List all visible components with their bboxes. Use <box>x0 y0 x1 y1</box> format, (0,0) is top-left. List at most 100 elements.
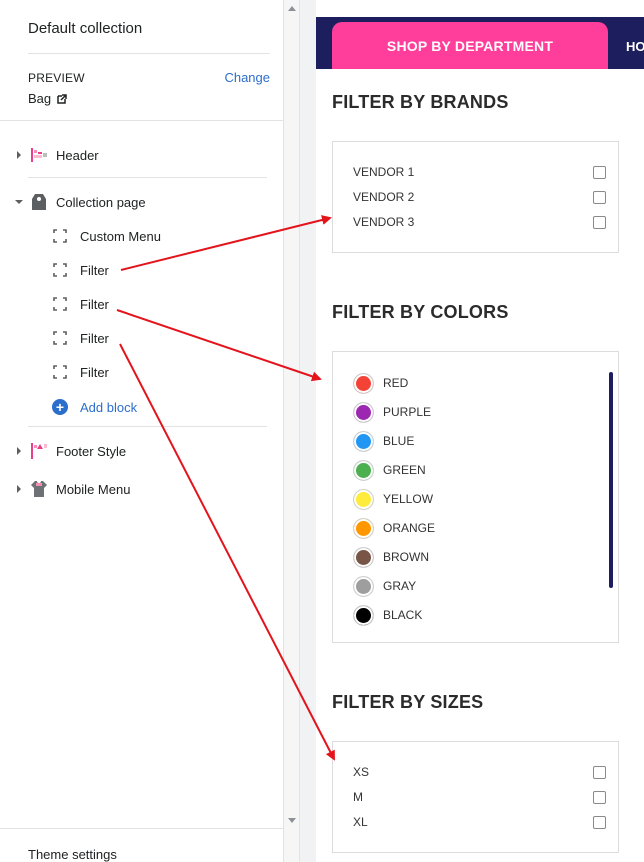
size-option[interactable]: XL <box>353 813 606 831</box>
option-label: RED <box>383 376 409 390</box>
block-label: Filter <box>80 296 109 312</box>
brand-option[interactable]: VENDOR 1 <box>353 163 606 181</box>
caret-down-icon[interactable] <box>13 196 25 208</box>
block-label: Filter <box>80 364 109 380</box>
option-label: BLUE <box>383 434 415 448</box>
preview-product-label: Bag <box>28 91 52 106</box>
section-mobile-menu[interactable]: Mobile Menu <box>0 477 130 501</box>
section-header[interactable]: Header <box>0 143 99 167</box>
color-option[interactable]: BLACK <box>353 604 422 626</box>
block-dashed-icon <box>53 365 67 379</box>
change-link[interactable]: Change <box>224 70 270 85</box>
option-label: XL <box>353 815 368 829</box>
sidebar-scrollbar[interactable] <box>284 0 300 862</box>
filter-brands-title: FILTER BY BRANDS <box>332 92 509 112</box>
preview-label: PREVIEW <box>28 71 85 85</box>
footer-icon <box>28 440 50 462</box>
section-collection-page[interactable]: Collection page <box>0 190 146 214</box>
add-block-label: Add block <box>80 399 138 415</box>
color-swatch[interactable] <box>353 488 374 510</box>
filter-sizes-title: FILTER BY SIZES <box>332 692 484 712</box>
header-icon <box>28 144 50 166</box>
divider <box>0 828 284 829</box>
block-custom-menu[interactable]: Custom Menu <box>52 225 161 247</box>
color-option[interactable]: GRAY <box>353 575 416 597</box>
preview-gutter <box>300 0 316 862</box>
option-label: M <box>353 790 363 804</box>
collection-title: Default collection <box>28 20 143 37</box>
color-swatch[interactable] <box>353 604 374 626</box>
block-dashed-icon <box>53 229 67 243</box>
option-label: VENDOR 3 <box>353 215 415 229</box>
divider <box>0 120 284 121</box>
theme-settings-link[interactable]: Theme settings <box>28 847 117 862</box>
color-swatch[interactable] <box>353 372 374 394</box>
caret-right-icon[interactable] <box>13 149 25 161</box>
block-dashed-icon <box>53 263 67 277</box>
block-label: Custom Menu <box>80 228 161 244</box>
option-label: VENDOR 1 <box>353 165 415 179</box>
section-label: Mobile Menu <box>56 481 131 497</box>
shop-by-department-button[interactable]: SHOP BY DEPARTMENT <box>332 22 608 69</box>
filter-brands-box: VENDOR 1 VENDOR 2 VENDOR 3 <box>332 141 619 253</box>
block-label: Filter <box>80 330 109 346</box>
filter-colors-title: FILTER BY COLORS <box>332 302 509 322</box>
color-swatch[interactable] <box>353 430 374 452</box>
option-label: ORANGE <box>383 521 436 535</box>
size-option[interactable]: XS <box>353 763 606 781</box>
color-swatch[interactable] <box>353 517 374 539</box>
scroll-down-icon[interactable] <box>288 818 296 823</box>
block-filter[interactable]: Filter <box>52 361 109 383</box>
color-option[interactable]: BROWN <box>353 546 429 568</box>
option-label: BLACK <box>383 608 423 622</box>
section-label: Footer Style <box>56 443 127 459</box>
editor-sidebar: Default collection PREVIEW Change Bag He… <box>0 0 284 862</box>
divider <box>28 426 267 427</box>
color-option[interactable]: RED <box>353 372 408 394</box>
divider <box>28 53 270 54</box>
plus-circle-icon: + <box>52 399 68 415</box>
color-option[interactable]: PURPLE <box>353 401 431 423</box>
block-filter[interactable]: Filter <box>52 259 109 281</box>
option-label: GREEN <box>383 463 426 477</box>
block-filter[interactable]: Filter <box>52 293 109 315</box>
color-option[interactable]: GREEN <box>353 459 426 481</box>
color-swatch[interactable] <box>353 546 374 568</box>
add-block-button[interactable]: + Add block <box>52 396 137 418</box>
color-swatch[interactable] <box>353 401 374 423</box>
color-list-scrollbar[interactable] <box>609 372 613 588</box>
brand-option[interactable]: VENDOR 3 <box>353 213 606 231</box>
option-label: PURPLE <box>383 405 432 419</box>
checkbox[interactable] <box>593 165 606 179</box>
section-footer-style[interactable]: Footer Style <box>0 439 126 463</box>
department-nav: SHOP BY DEPARTMENT HO <box>316 17 644 69</box>
color-option[interactable]: YELLOW <box>353 488 433 510</box>
nav-link-home[interactable]: HO <box>626 39 644 54</box>
color-option[interactable]: ORANGE <box>353 517 435 539</box>
checkbox[interactable] <box>593 790 606 804</box>
section-label: Collection page <box>56 194 146 210</box>
size-option[interactable]: M <box>353 788 606 806</box>
external-link-icon <box>57 93 67 104</box>
block-filter[interactable]: Filter <box>52 327 109 349</box>
caret-right-icon[interactable] <box>13 445 25 457</box>
shirt-icon <box>28 478 50 500</box>
color-option[interactable]: BLUE <box>353 430 414 452</box>
checkbox[interactable] <box>593 815 606 829</box>
filter-colors-box: RED PURPLE BLUE GREEN YELLOW ORANGE BROWN GRAY B… <box>332 351 619 643</box>
block-dashed-icon <box>53 297 67 311</box>
checkbox[interactable] <box>593 765 606 779</box>
option-label: GRAY <box>383 579 417 593</box>
scroll-up-icon[interactable] <box>288 6 296 11</box>
option-label: BROWN <box>383 550 429 564</box>
option-label: YELLOW <box>383 492 434 506</box>
color-swatch[interactable] <box>353 575 374 597</box>
brand-option[interactable]: VENDOR 2 <box>353 188 606 206</box>
checkbox[interactable] <box>593 215 606 229</box>
filter-sizes-box: XS M XL <box>332 741 619 853</box>
preview-product[interactable]: Bag <box>28 91 67 106</box>
color-swatch[interactable] <box>353 459 374 481</box>
option-label: VENDOR 2 <box>353 190 415 204</box>
checkbox[interactable] <box>593 190 606 204</box>
caret-right-icon[interactable] <box>13 483 25 495</box>
